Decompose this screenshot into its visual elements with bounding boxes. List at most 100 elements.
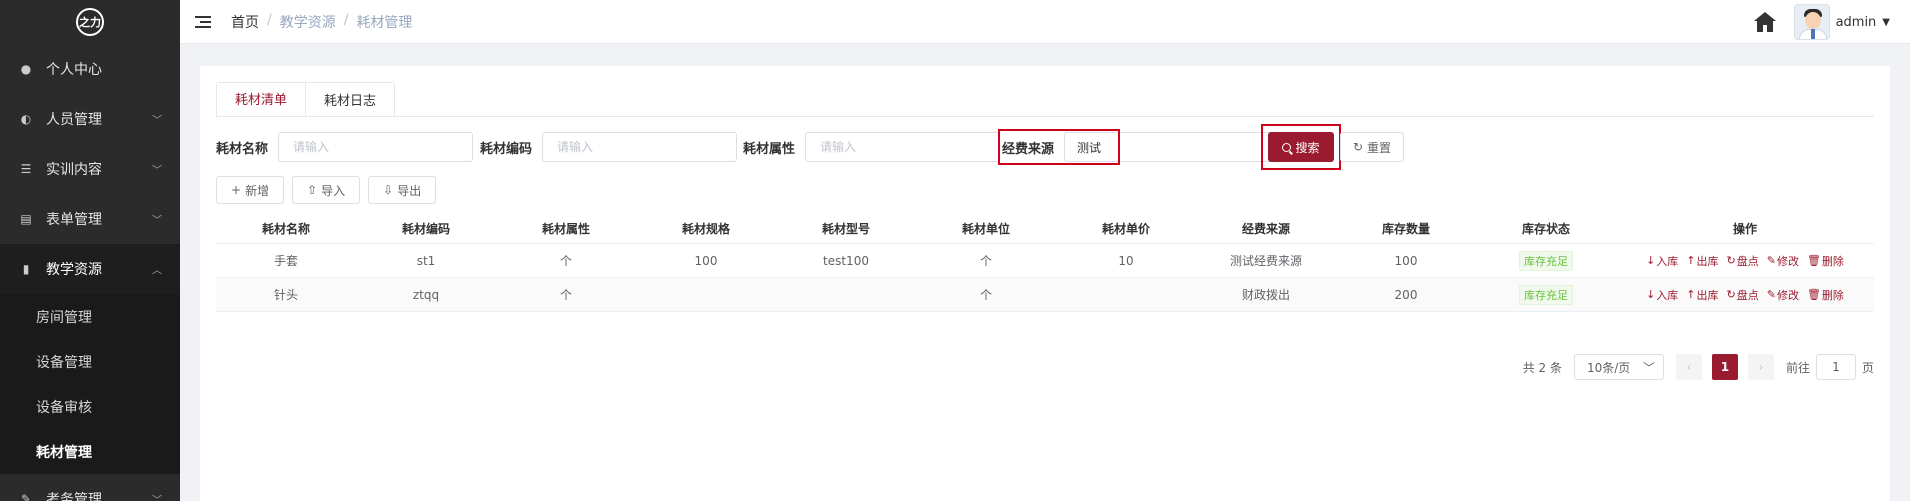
chevron-down-icon: ﹀ [152,495,162,501]
sidebar: 之力 ● 个人中心 ◐ 人员管理 ﹀ ☰ 实训内容 ﹀ ▤ 表单管理 ﹀ ▮ 教… [0,0,180,501]
op-label: 入库 [1656,254,1679,268]
header: 首页 / 教学资源 / 耗材管理 admin ▼ [180,0,1910,44]
row-actions: ↓ 入库 ↑ 出库 ↻ 盘点 ✎ 修改 🗑 删除 [1616,287,1874,303]
sidebar-item-training[interactable]: ☰ 实训内容 ﹀ [0,144,180,194]
table-cell: ztqq [412,287,440,302]
menu-toggle-icon[interactable] [195,15,211,28]
filter-name: 耗材名称 [216,132,474,162]
filter-code-label: 耗材编码 [480,141,533,157]
stock-out-button[interactable]: ↑ 出库 [1686,287,1718,303]
tab-consumables-list[interactable]: 耗材清单 [217,83,306,116]
table-row: 针头 ztqq 个 个 财政拨出 200 库存充足 ↓ 入库 ↑ 出库 ↻ 盘点 ✎ 修… [216,278,1874,312]
page-size-select[interactable]: 10条/页 ﹀ [1573,354,1664,380]
delete-button[interactable]: 🗑 删除 [1807,253,1844,269]
breadcrumb-home[interactable]: 首页 [231,12,259,32]
sidebar-item-teaching-resources[interactable]: ▮ 教学资源 ︿ [0,244,180,294]
op-label: 盘点 [1736,254,1759,268]
reset-button[interactable]: ↻ 重置 [1340,132,1404,162]
logo[interactable]: 之力 [0,0,180,44]
stock-out-button[interactable]: ↑ 出库 [1686,253,1718,269]
table-cell: 个 [559,288,572,302]
logo-icon: 之力 [76,8,104,36]
tab-bar: 耗材清单 耗材日志 [216,82,396,116]
plus-icon: + [231,183,242,197]
table-header-cell: 库存数量 [1381,222,1430,236]
tab-consumables-log[interactable]: 耗材日志 [305,83,395,116]
sidebar-item-forms[interactable]: ▤ 表单管理 ﹀ [0,194,180,244]
table-header-cell: 经费来源 [1241,222,1290,236]
op-label: 删除 [1821,288,1844,302]
page-number-button[interactable]: 1 [1711,354,1738,380]
export-button-label: 导出 [397,183,422,198]
stock-in-button[interactable]: ↓ 入库 [1646,253,1678,269]
attr-input[interactable] [805,132,1001,162]
op-label: 修改 [1776,288,1799,302]
goto-label: 前往 [1785,360,1810,375]
inventory-button[interactable]: ↻ 盘点 [1727,253,1759,269]
sidebar-item-label: 考务管理 [46,492,102,501]
import-button[interactable]: ⇧ 导入 [292,176,361,204]
users-icon: ◐ [20,112,32,126]
sidebar-item-personal-center[interactable]: ● 个人中心 [0,44,180,94]
op-label: 出库 [1696,288,1719,302]
table-cell: 财政拨出 [1241,288,1290,302]
caret-down-icon: ▼ [1882,16,1890,28]
prev-page-button[interactable]: ‹ [1675,354,1702,380]
breadcrumb-teaching-resources[interactable]: 教学资源 [280,12,336,32]
goto-page-input[interactable] [1815,354,1856,380]
tab-divider [216,116,1874,117]
add-button[interactable]: + 新增 [216,176,285,204]
breadcrumb: 首页 / 教学资源 / 耗材管理 [231,12,412,32]
import-button-label: 导入 [321,183,346,198]
sidebar-item-label: 人员管理 [46,112,102,128]
upload-icon: ⇧ [307,183,318,197]
op-label: 盘点 [1736,288,1759,302]
edit-button[interactable]: ✎ 修改 [1767,253,1799,269]
user-icon: ● [20,62,32,76]
reset-button-label: 重置 [1367,140,1392,155]
status-badge: 库存充足 [1519,284,1573,305]
table-row: 手套 st1 个 100 test100 个 10 测试经费来源 100 库存充… [216,244,1874,278]
form-icon: ▤ [20,212,32,226]
list-icon: ☰ [20,162,32,176]
submenu-item-devices[interactable]: 设备管理 [0,339,180,384]
table-cell: 测试经费来源 [1229,254,1302,268]
table-header-cell: 操作 [1732,222,1757,236]
home-icon[interactable] [1753,12,1776,32]
op-label: 修改 [1776,254,1799,268]
name-input[interactable] [278,132,474,162]
next-page-button[interactable]: › [1747,354,1774,380]
table-header-cell: 耗材单位 [961,222,1010,236]
inventory-button[interactable]: ↻ 盘点 [1727,287,1759,303]
table-header-cell: 耗材规格 [681,222,730,236]
table-header-cell: 耗材型号 [821,222,870,236]
chevron-down-icon: ﹀ [152,165,162,177]
submenu-item-rooms[interactable]: 房间管理 [0,294,180,339]
refresh-icon: ↻ [1352,140,1364,154]
sidebar-item-exam[interactable]: ✎ 考务管理 ﹀ [0,474,180,501]
pagination-total: 共 2 条 [1522,360,1562,375]
table-cell: 库存充足 [1476,250,1616,271]
delete-button[interactable]: 🗑 删除 [1807,287,1844,303]
export-button[interactable]: ⇩ 导出 [368,176,437,204]
header-right: admin ▼ [1753,0,1890,44]
filter-attr-label: 耗材属性 [743,141,796,157]
table-cell: 针头 [273,288,298,302]
stock-in-button[interactable]: ↓ 入库 [1646,287,1678,303]
table-header-cell: 耗材名称 [261,222,310,236]
table-header-cell: 耗材单价 [1101,222,1150,236]
table-cell: st1 [416,253,436,268]
row-actions: ↓ 入库 ↑ 出库 ↻ 盘点 ✎ 修改 🗑 删除 [1616,253,1874,269]
table-cell: 个 [979,288,992,302]
consumables-table: 耗材名称 耗材编码 耗材属性 耗材规格 耗材型号 耗材单位 耗材单价 经费来源 … [216,214,1874,312]
table-header-row: 耗材名称 耗材编码 耗材属性 耗材规格 耗材型号 耗材单位 耗材单价 经费来源 … [216,214,1874,244]
pagination: 共 2 条 10条/页 ﹀ ‹ 1 › 前往 页 [1523,354,1874,380]
download-icon: ⇩ [383,183,394,197]
chevron-down-icon: ﹀ [152,215,162,227]
submenu-item-device-review[interactable]: 设备审核 [0,384,180,429]
sidebar-item-personnel[interactable]: ◐ 人员管理 ﹀ [0,94,180,144]
edit-button[interactable]: ✎ 修改 [1767,287,1799,303]
code-input[interactable] [542,132,738,162]
user-menu[interactable]: admin ▼ [1793,4,1890,40]
submenu-item-consumables[interactable]: 耗材管理 [0,429,180,474]
